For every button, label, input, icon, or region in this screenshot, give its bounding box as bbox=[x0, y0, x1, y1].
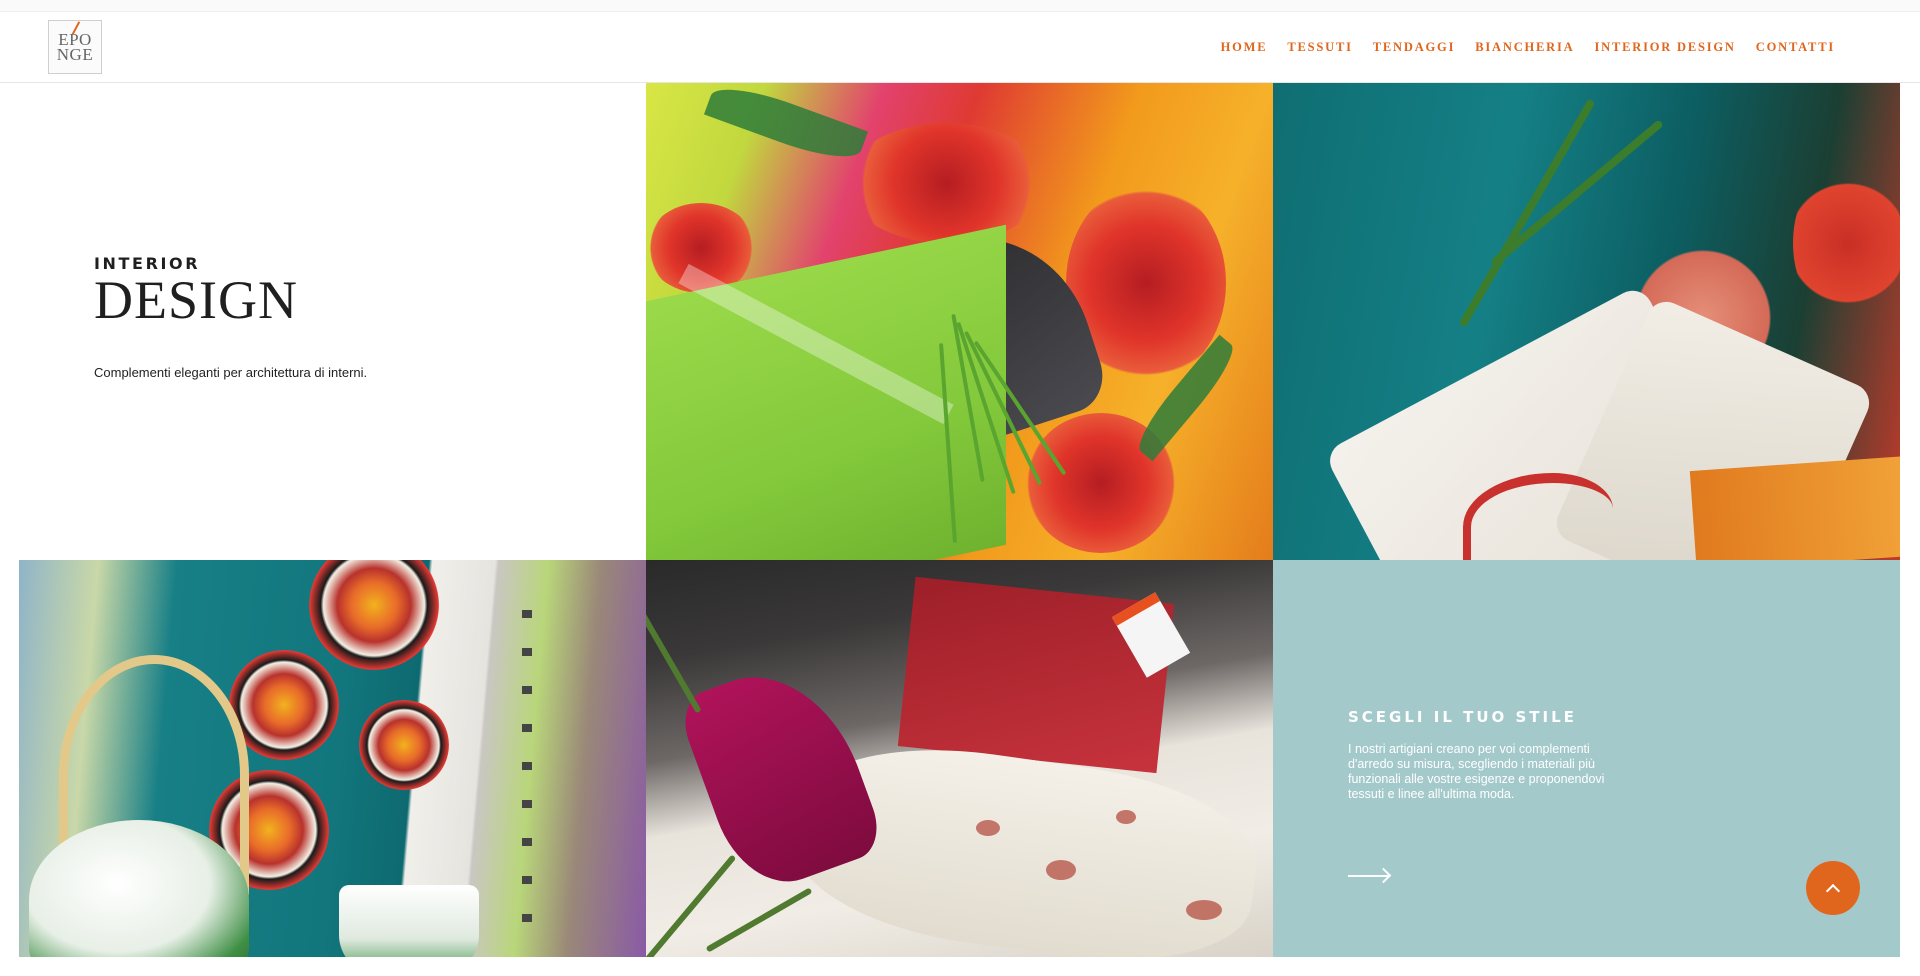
photo-teal-fabric-pillows bbox=[1273, 83, 1900, 560]
nav-item-tendaggi[interactable]: TENDAGGI bbox=[1373, 40, 1455, 55]
photo-floral-fabric-towel bbox=[646, 83, 1273, 560]
main-nav: HOME TESSUTI TENDAGGI BIANCHERIA INTERIO… bbox=[1221, 12, 1835, 83]
top-strip bbox=[0, 0, 1920, 12]
site-header: EPO NGE HOME TESSUTI TENDAGGI BIANCHERIA… bbox=[0, 12, 1920, 83]
panel-text: I nostri artigiani creano per voi comple… bbox=[1348, 742, 1605, 801]
hero-description: Complementi eleganti per architettura di… bbox=[94, 365, 368, 380]
hero-intro: INTERIOR DESIGN Complementi eleganti per… bbox=[94, 254, 614, 380]
logo[interactable]: EPO NGE bbox=[48, 20, 102, 74]
style-info-panel: SCEGLI IL TUO STILE I nostri artigiani c… bbox=[1273, 560, 1900, 957]
nav-item-contatti[interactable]: CONTATTI bbox=[1756, 40, 1835, 55]
nav-item-home[interactable]: HOME bbox=[1221, 40, 1268, 55]
page-title: DESIGN bbox=[94, 270, 298, 330]
back-to-top-button[interactable] bbox=[1806, 861, 1860, 915]
photo-mandala-fabric-teapot bbox=[19, 560, 646, 957]
nav-item-interior-design[interactable]: INTERIOR DESIGN bbox=[1595, 40, 1736, 55]
photo-cushions-red bbox=[646, 560, 1273, 957]
nav-item-biancheria[interactable]: BIANCHERIA bbox=[1475, 40, 1574, 55]
logo-line-2: NGE bbox=[56, 45, 94, 64]
nav-item-tessuti[interactable]: TESSUTI bbox=[1287, 40, 1352, 55]
panel-title: SCEGLI IL TUO STILE bbox=[1348, 708, 1577, 726]
arrow-right-icon[interactable] bbox=[1348, 867, 1392, 884]
chevron-up-icon bbox=[1825, 883, 1841, 898]
